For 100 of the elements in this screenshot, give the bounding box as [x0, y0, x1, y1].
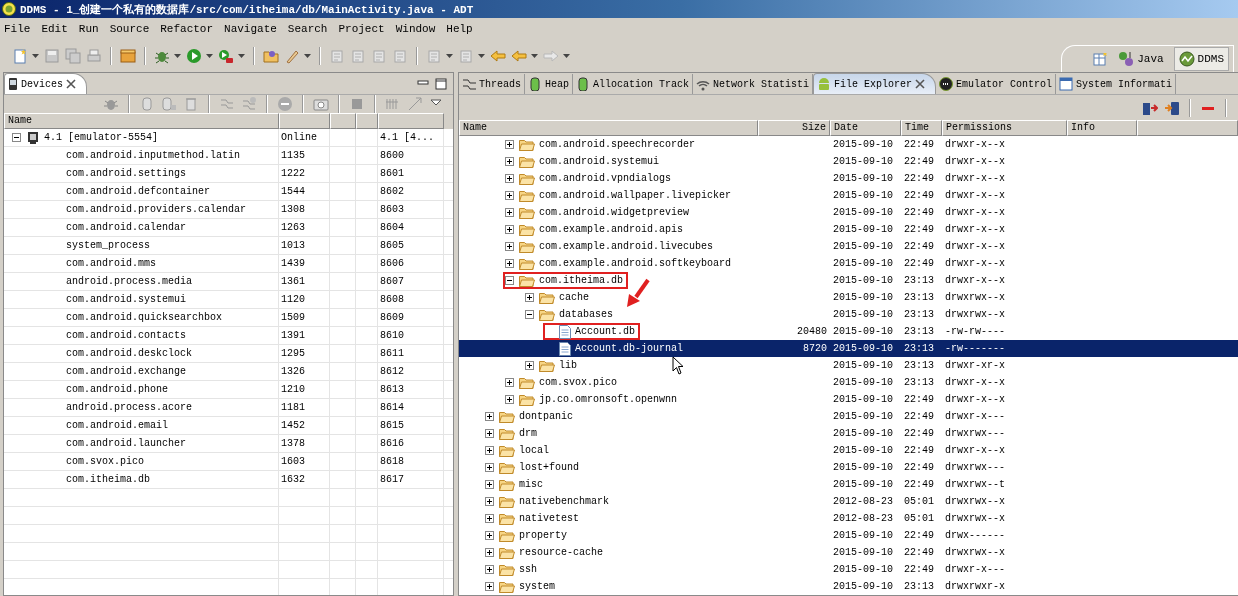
table-cell: 2015-09-10: [833, 156, 893, 167]
expand-toggle[interactable]: [485, 480, 494, 489]
column-header[interactable]: [1137, 120, 1238, 136]
expand-toggle[interactable]: [485, 582, 494, 591]
expand-toggle[interactable]: [485, 497, 494, 506]
table-cell: 22:49: [904, 530, 934, 541]
table-cell: drwxrwx--x: [945, 496, 1005, 507]
open-perspective-icon[interactable]: [1092, 51, 1109, 67]
dropdown-caret-icon[interactable]: [446, 54, 453, 58]
java-perspective-icon: [1118, 51, 1135, 67]
expand-toggle[interactable]: [505, 259, 514, 268]
dropdown-caret-icon[interactable]: [531, 54, 538, 58]
dropdown-caret-icon[interactable]: [238, 54, 245, 58]
menu-item[interactable]: Refactor: [160, 23, 214, 35]
expand-toggle[interactable]: [485, 412, 494, 421]
maximize-icon[interactable]: [435, 77, 447, 90]
column-header[interactable]: Permissions: [942, 120, 1067, 136]
table-cell: drwxrwx--x: [945, 292, 1005, 303]
camera-icon[interactable]: [313, 96, 329, 112]
dropdown-caret-icon[interactable]: [478, 54, 485, 58]
view-tab[interactable]: System Informati: [1056, 74, 1177, 95]
table-cell: 2015-09-10: [833, 309, 893, 320]
menu-item[interactable]: File: [4, 23, 31, 35]
table-cell: 22:49: [904, 428, 934, 439]
view-tab[interactable]: Emulator Control: [936, 74, 1057, 95]
file-name: nativetest: [519, 512, 579, 526]
expand-toggle[interactable]: [525, 310, 534, 319]
expand-toggle[interactable]: [485, 429, 494, 438]
run-icon[interactable]: [186, 48, 202, 64]
menu-item[interactable]: Project: [338, 23, 385, 35]
folder-icon: [519, 240, 535, 253]
menu-item[interactable]: Navigate: [224, 23, 277, 35]
expand-toggle[interactable]: [505, 191, 514, 200]
column-header[interactable]: [330, 113, 356, 129]
expand-toggle[interactable]: [485, 565, 494, 574]
view-tab[interactable]: File Explorer: [813, 73, 937, 95]
expand-toggle[interactable]: [525, 293, 534, 302]
expand-toggle[interactable]: [485, 548, 494, 557]
expand-toggle[interactable]: [505, 140, 514, 149]
menu-item[interactable]: Search: [287, 23, 328, 35]
expand-toggle[interactable]: [485, 531, 494, 540]
file-name: databases: [559, 308, 613, 322]
table-cell: 2015-09-10: [833, 530, 893, 541]
file-name: property: [519, 529, 567, 543]
dropdown-caret-icon[interactable]: [32, 54, 39, 58]
column-header[interactable]: [378, 113, 444, 129]
table-cell: 2015-09-10: [833, 343, 893, 354]
dropdown-caret-icon[interactable]: [206, 54, 213, 58]
perspective-button[interactable]: Java: [1114, 48, 1168, 70]
table-cell: system_process: [66, 240, 150, 251]
dropdown-caret-icon[interactable]: [563, 54, 570, 58]
expand-toggle[interactable]: [505, 242, 514, 251]
selected-row[interactable]: Account.db-journal 8720 2015-09-10 23:13 -rw-------: [459, 340, 1238, 357]
menu-item[interactable]: Window: [395, 23, 436, 35]
close-icon[interactable]: [915, 79, 926, 90]
column-header[interactable]: Info: [1067, 120, 1137, 136]
expand-toggle[interactable]: [485, 446, 494, 455]
table-cell: 2015-09-10: [833, 326, 893, 337]
perspective-button[interactable]: DDMS: [1173, 47, 1229, 71]
column-header[interactable]: Size: [758, 120, 830, 136]
file-name: system: [519, 580, 555, 594]
dropdown-caret-icon[interactable]: [304, 54, 311, 58]
view-tab[interactable]: Devices: [4, 73, 87, 94]
close-icon[interactable]: [66, 79, 76, 89]
folder-icon: [499, 444, 515, 457]
menu-item[interactable]: Edit: [41, 23, 68, 35]
table-cell-text: 4.1 [emulator-5554]: [44, 131, 159, 145]
menu-item[interactable]: Help: [446, 23, 473, 35]
expand-toggle[interactable]: [505, 276, 514, 285]
table-cell: android.process.acore: [66, 402, 193, 413]
expand-toggle[interactable]: [485, 514, 494, 523]
expand-toggle[interactable]: [505, 174, 514, 183]
column-header[interactable]: Time: [901, 120, 942, 136]
expand-toggle[interactable]: [485, 463, 494, 472]
table-cell: 23:13: [904, 581, 934, 592]
dropdown-caret-icon[interactable]: [174, 54, 181, 58]
view-tab[interactable]: Network Statisti: [693, 74, 814, 95]
column-header[interactable]: Name: [4, 113, 279, 129]
open-folder-icon[interactable]: [263, 48, 279, 64]
push-file-icon[interactable]: [1164, 99, 1180, 116]
menu-item[interactable]: Run: [78, 23, 99, 35]
expand-toggle[interactable]: [505, 208, 514, 217]
file-name: drm: [519, 427, 537, 441]
table-cell: 1263: [281, 222, 305, 233]
column-header[interactable]: Name: [459, 120, 758, 136]
table-cell: 1326: [281, 366, 305, 377]
folder-icon: [519, 206, 535, 219]
folder-icon: [499, 410, 515, 423]
column-header[interactable]: [279, 113, 330, 129]
expand-toggle[interactable]: [505, 378, 514, 387]
column-header[interactable]: Date: [830, 120, 901, 136]
expand-toggle[interactable]: [12, 133, 21, 142]
menu-item[interactable]: Source: [109, 23, 150, 35]
column-header[interactable]: [356, 113, 378, 129]
table-cell: 8600: [380, 150, 404, 161]
expand-toggle[interactable]: [525, 361, 534, 370]
run-tool-icon[interactable]: [218, 48, 234, 64]
expand-toggle[interactable]: [505, 395, 514, 404]
expand-toggle[interactable]: [505, 157, 514, 166]
expand-toggle[interactable]: [505, 225, 514, 234]
